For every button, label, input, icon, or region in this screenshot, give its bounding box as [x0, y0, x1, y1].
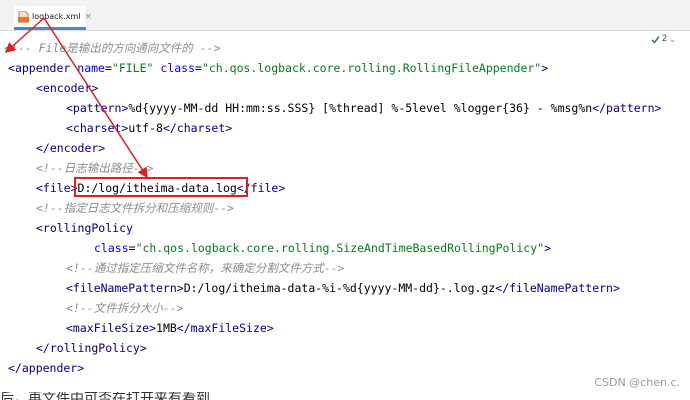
code-line: <appender name="FILE" class="ch.qos.logb…	[0, 58, 690, 78]
tag-name: <maxFileSize>	[66, 321, 157, 335]
equals-sign: =	[128, 241, 136, 255]
tag-name: <file>	[36, 181, 78, 195]
code-line: <!--文件拆分大小-->	[0, 298, 690, 318]
attr-value: "ch.qos.logback.core.rolling.SizeAndTime…	[135, 241, 545, 255]
code-line: <charset>utf-8</charset>	[0, 118, 690, 138]
attr-name: name	[77, 61, 105, 75]
attr-value: "ch.qos.logback.core.rolling.RollingFile…	[201, 61, 542, 75]
code-line: <!--通过指定压缩文件名称，来确定分割文件方式-->	[0, 258, 690, 278]
tag-name: </fileNamePattern>	[495, 281, 620, 295]
code-line: <!--日志输出路径-->	[0, 158, 690, 178]
tag-name: <fileNamePattern>	[66, 281, 184, 295]
code-line: </encoder>	[0, 138, 690, 158]
tag-text: utf-8	[128, 121, 163, 135]
comment-text: <!--文件拆分大小-->	[66, 301, 184, 315]
caption-text: 后，再文件中可否在打开来有看到……	[0, 392, 238, 400]
tag-name: <charset>	[66, 121, 129, 135]
tag-bracket: <	[8, 61, 15, 75]
code-line: <rollingPolicy	[0, 218, 690, 238]
tab-label: logback.xml	[32, 12, 81, 21]
tag-name: </encoder>	[36, 141, 106, 155]
tag-name: </appender>	[8, 361, 85, 375]
comment-text: <!--日志输出路径-->	[36, 161, 154, 175]
editor-tab-bar: logback.xml ×	[0, 0, 690, 31]
tag-name: <pattern>	[66, 101, 129, 115]
watermark: CSDN @chen.c.	[594, 376, 680, 389]
code-line: class="ch.qos.logback.core.rolling.SizeA…	[0, 238, 690, 258]
highlight-box	[74, 177, 248, 197]
code-line: <!--指定日志文件拆分和压缩规则-->	[0, 198, 690, 218]
comment-text: <!-- File是输出的方向通向文件的 -->	[4, 41, 221, 55]
tab-logback-xml[interactable]: logback.xml ×	[14, 6, 92, 30]
tag-bracket: >	[544, 241, 551, 255]
code-line: </appender>	[0, 358, 690, 378]
tag-name: <rollingPolicy	[36, 221, 133, 235]
tag-name: <encoder>	[36, 81, 99, 95]
tag-name: </maxFileSize>	[176, 321, 274, 335]
tag-bracket: >	[541, 61, 549, 75]
tag-name: </rollingPolicy>	[36, 341, 147, 355]
code-line: <maxFileSize>1MB</maxFileSize>	[0, 318, 690, 338]
xml-file-icon	[18, 10, 29, 23]
tag-name: </charset>	[162, 121, 233, 135]
comment-text: <!--通过指定压缩文件名称，来确定分割文件方式-->	[66, 261, 345, 275]
code-editor[interactable]: <!-- File是输出的方向通向文件的 --> <appender name=…	[0, 38, 690, 378]
tag-name: </pattern>	[592, 101, 662, 115]
tag-text: 1MB	[156, 321, 177, 335]
tag-text: %d{yyyy-MM-dd HH:mm:ss.SSS} [%thread] %-…	[128, 101, 593, 115]
code-line: <!-- File是输出的方向通向文件的 -->	[0, 38, 690, 58]
tag-name: appender	[14, 61, 71, 75]
tag-text: D:/log/itheima-data-%i-%d{yyyy-MM-dd}-.l…	[183, 281, 496, 295]
close-icon[interactable]: ×	[85, 12, 93, 22]
attr-name: class	[160, 61, 196, 75]
attr-value: "FILE"	[111, 61, 154, 75]
equals-sign: =	[104, 61, 112, 75]
code-line: </rollingPolicy>	[0, 338, 690, 358]
comment-text: <!--指定日志文件拆分和压缩规则-->	[36, 201, 234, 215]
attr-name: class	[94, 241, 129, 255]
code-line: <pattern>%d{yyyy-MM-dd HH:mm:ss.SSS} [%t…	[0, 98, 690, 118]
code-line: <fileNamePattern>D:/log/itheima-data-%i-…	[0, 278, 690, 298]
equals-sign: =	[195, 61, 202, 75]
code-line: <encoder>	[0, 78, 690, 98]
